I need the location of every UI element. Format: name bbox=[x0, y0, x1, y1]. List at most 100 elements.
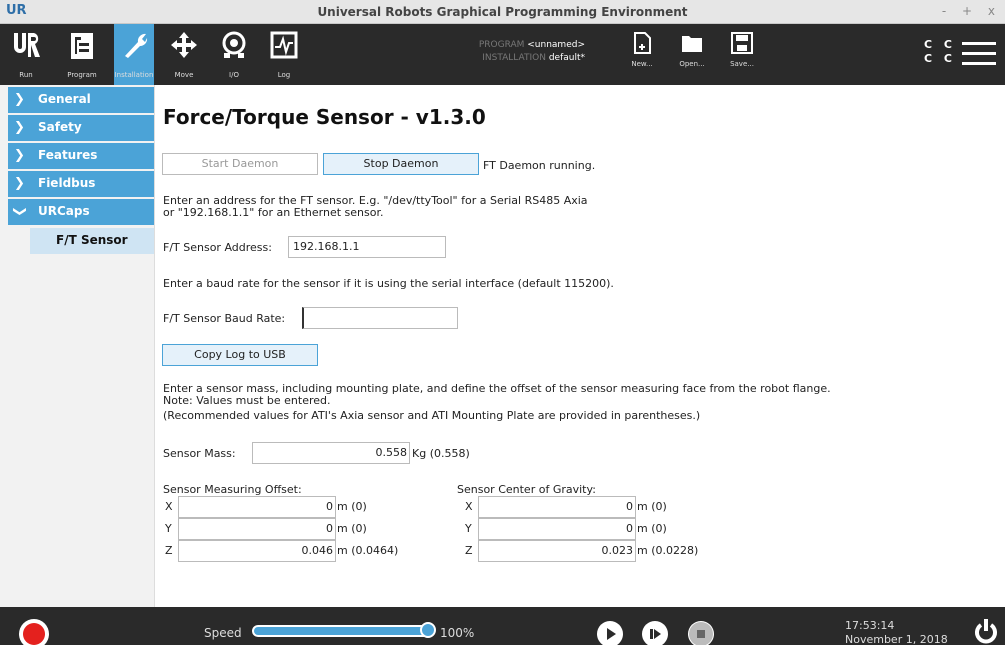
speed-value: 100% bbox=[440, 626, 475, 640]
sidebar-item-label: Safety bbox=[38, 120, 82, 134]
sidebar: ❯ General ❯ Safety ❯ Features ❯ Fieldbus… bbox=[0, 85, 155, 607]
save-icon bbox=[731, 32, 753, 54]
save-button[interactable]: Save... bbox=[722, 32, 762, 68]
chevron-right-icon: ❯ bbox=[14, 148, 25, 163]
offset-z-unit: m (0.0464) bbox=[337, 544, 399, 557]
program-name: <unnamed> bbox=[527, 40, 585, 50]
top-navigation-bar: Run Program Installation Move I/O Log PR… bbox=[0, 24, 1005, 85]
offset-x-field[interactable]: 0 bbox=[178, 496, 336, 518]
open-button[interactable]: Open... bbox=[672, 32, 712, 68]
power-icon[interactable] bbox=[974, 617, 998, 645]
offset-axis-z: Z bbox=[165, 544, 173, 557]
open-button-label: Open... bbox=[679, 60, 705, 68]
robot-status-icon[interactable] bbox=[19, 619, 49, 645]
chevron-right-icon: ❯ bbox=[14, 92, 25, 107]
stop-icon bbox=[689, 622, 713, 645]
play-icon bbox=[607, 628, 616, 640]
mass-help-line-3: (Recommended values for ATI's Axia senso… bbox=[163, 409, 701, 422]
installation-name: default* bbox=[548, 53, 585, 63]
baud-help: Enter a baud rate for the sensor if it i… bbox=[163, 277, 614, 290]
ur-logo-icon bbox=[6, 30, 46, 62]
tab-program[interactable]: Program bbox=[62, 24, 102, 85]
tab-run-label: Run bbox=[19, 71, 33, 79]
mass-label: Sensor Mass: bbox=[163, 447, 236, 460]
cog-x-field[interactable]: 0 bbox=[478, 496, 636, 518]
chevron-right-icon: ❯ bbox=[14, 120, 25, 135]
installation-key: INSTALLATION bbox=[482, 53, 546, 63]
sensor-address-field[interactable]: 192.168.1.1 bbox=[288, 236, 446, 258]
copy-log-button[interactable]: Copy Log to USB bbox=[162, 344, 318, 366]
cog-z-field[interactable]: 0.023 bbox=[478, 540, 636, 562]
offset-x-unit: m (0) bbox=[337, 500, 367, 513]
sidebar-item-label: Fieldbus bbox=[38, 176, 96, 190]
open-folder-icon bbox=[682, 36, 702, 52]
cc-bottom: C C bbox=[924, 52, 956, 65]
tab-log-label: Log bbox=[277, 71, 291, 79]
clock-date: November 1, 2018 bbox=[845, 633, 948, 645]
program-key: PROGRAM bbox=[478, 40, 525, 50]
sidebar-item-ft-sensor[interactable]: F/T Sensor bbox=[30, 228, 154, 254]
tab-move[interactable]: Move bbox=[164, 24, 204, 85]
stop-daemon-button[interactable]: Stop Daemon bbox=[323, 153, 479, 175]
io-icon bbox=[214, 30, 254, 62]
sidebar-item-label: General bbox=[38, 92, 91, 106]
cog-y-unit: m (0) bbox=[637, 522, 667, 535]
offset-y-field[interactable]: 0 bbox=[178, 518, 336, 540]
cog-axis-z: Z bbox=[465, 544, 473, 557]
menu-icon[interactable] bbox=[962, 42, 996, 72]
play-button[interactable] bbox=[597, 621, 623, 645]
cog-title: Sensor Center of Gravity: bbox=[457, 483, 596, 496]
daemon-status: FT Daemon running. bbox=[483, 159, 596, 172]
sidebar-item-label: URCaps bbox=[38, 204, 90, 218]
move-icon bbox=[164, 30, 204, 62]
main-content: Force/Torque Sensor - v1.3.0 Start Daemo… bbox=[156, 85, 1005, 607]
sidebar-item-general[interactable]: ❯ General bbox=[8, 87, 154, 113]
sidebar-item-safety[interactable]: ❯ Safety bbox=[8, 115, 154, 141]
tab-move-label: Move bbox=[174, 71, 194, 79]
offset-axis-x: X bbox=[165, 500, 173, 513]
tab-installation-label: Installation bbox=[114, 71, 154, 79]
step-icon bbox=[650, 629, 661, 639]
sidebar-item-urcaps[interactable]: ❯ URCaps bbox=[8, 199, 154, 225]
tab-io-label: I/O bbox=[229, 71, 239, 79]
new-button-label: New... bbox=[631, 60, 653, 68]
mass-help-line-2: Note: Values must be entered. bbox=[163, 394, 331, 407]
chevron-right-icon: ❯ bbox=[14, 176, 25, 191]
tab-log[interactable]: Log bbox=[264, 24, 304, 85]
clock: 17:53:14 November 1, 2018 bbox=[845, 619, 948, 645]
cog-y-field[interactable]: 0 bbox=[478, 518, 636, 540]
mass-unit: Kg (0.558) bbox=[412, 447, 470, 460]
offset-z-field[interactable]: 0.046 bbox=[178, 540, 336, 562]
sensor-mass-field[interactable]: 0.558 bbox=[252, 442, 410, 464]
window-controls[interactable]: - + x bbox=[942, 4, 1001, 18]
sidebar-item-features[interactable]: ❯ Features bbox=[8, 143, 154, 169]
tab-installation[interactable]: Installation bbox=[114, 24, 154, 85]
speed-slider[interactable] bbox=[252, 625, 432, 637]
program-icon bbox=[62, 30, 102, 62]
installation-icon bbox=[114, 30, 154, 62]
new-button[interactable]: New... bbox=[622, 32, 662, 68]
baud-rate-field[interactable] bbox=[302, 307, 458, 329]
tab-io[interactable]: I/O bbox=[214, 24, 254, 85]
offset-title: Sensor Measuring Offset: bbox=[163, 483, 302, 496]
tab-run[interactable]: Run bbox=[6, 24, 46, 85]
offset-axis-y: Y bbox=[165, 522, 172, 535]
cog-x-unit: m (0) bbox=[637, 500, 667, 513]
cog-axis-x: X bbox=[465, 500, 473, 513]
speed-label: Speed bbox=[204, 626, 242, 640]
step-button[interactable] bbox=[642, 621, 668, 645]
bottom-status-bar: Speed 100% 17:53:14 November 1, 2018 bbox=[0, 607, 1005, 645]
baud-label: F/T Sensor Baud Rate: bbox=[163, 312, 286, 325]
speed-slider-handle[interactable] bbox=[420, 622, 436, 638]
sidebar-item-fieldbus[interactable]: ❯ Fieldbus bbox=[8, 171, 154, 197]
page-title: Force/Torque Sensor - v1.3.0 bbox=[163, 105, 486, 129]
stop-button[interactable] bbox=[688, 621, 714, 645]
cc-indicator[interactable]: C C C C bbox=[924, 38, 956, 66]
address-label: F/T Sensor Address: bbox=[163, 241, 272, 254]
start-daemon-button[interactable]: Start Daemon bbox=[162, 153, 318, 175]
offset-y-unit: m (0) bbox=[337, 522, 367, 535]
sidebar-item-label: F/T Sensor bbox=[56, 233, 128, 247]
window-title: Universal Robots Graphical Programming E… bbox=[317, 5, 688, 19]
tab-program-label: Program bbox=[67, 71, 97, 79]
new-file-icon bbox=[634, 32, 651, 54]
